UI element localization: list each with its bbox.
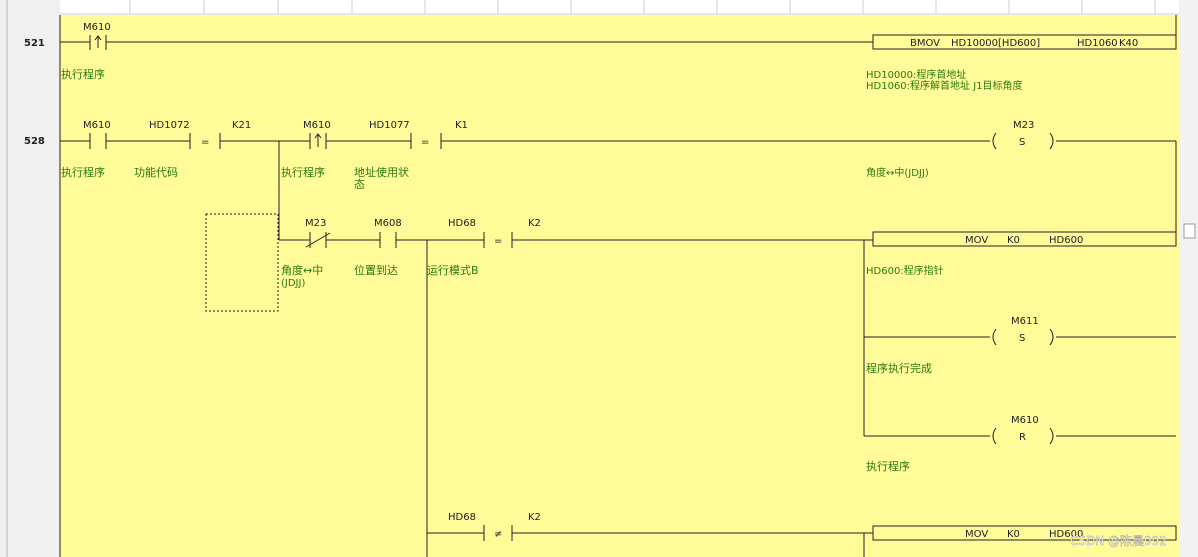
- comment-m23-nc-1: 角度↔中: [281, 263, 323, 277]
- comment-m610-b: 执行程序: [281, 165, 325, 179]
- comment-bmov-1: HD10000:程序首地址: [866, 68, 966, 81]
- mov-2-src: K0: [1007, 529, 1020, 540]
- comment-coil-m611: 程序执行完成: [866, 361, 932, 375]
- coil-m610-mode: R: [1019, 432, 1026, 443]
- coil-m23-label: M23: [1013, 120, 1034, 131]
- bmov-arg3: K40: [1119, 38, 1138, 49]
- contact-m608-label: M608: [374, 218, 402, 229]
- mov-1-name: MOV: [965, 235, 988, 246]
- watermark: CSDN @陈晨992: [1070, 533, 1167, 548]
- ladder-editor: 521 528 M610 BMOV HD10000[HD600] HD1060 …: [0, 0, 1198, 557]
- comment-addr-status-2: 态: [354, 178, 365, 191]
- step-number-528: 528: [24, 136, 45, 147]
- comment-coil-m610: 执行程序: [866, 459, 910, 473]
- compare-3-src2: K2: [528, 218, 541, 229]
- step-number-521: 521: [24, 38, 45, 49]
- coil-m610-label: M610: [1011, 415, 1039, 426]
- compare-2-src1: HD1077: [369, 120, 410, 131]
- comment-coil-m23: 角度↔中(JDJJ): [866, 166, 929, 179]
- comment-m608: 位置到达: [354, 263, 398, 277]
- comment-m610-a: 执行程序: [61, 165, 105, 179]
- compare-4-op: ≠: [494, 529, 502, 540]
- bmov-arg1: HD10000[HD600]: [951, 38, 1040, 49]
- compare-3-op: =: [494, 236, 502, 247]
- comment-m610: 执行程序: [61, 67, 105, 81]
- vertical-scrollbar[interactable]: [1179, 0, 1198, 557]
- compare-4-src1: HD68: [448, 512, 476, 523]
- compare-1-src1: HD1072: [149, 120, 190, 131]
- mov-1-dst: HD600: [1049, 235, 1083, 246]
- compare-3-src1: HD68: [448, 218, 476, 229]
- compare-1-src2: K21: [232, 120, 251, 131]
- step-column: [0, 0, 60, 557]
- comment-bmov-2: HD1060:程序解首地址 J1目标角度: [866, 79, 1023, 92]
- ladder-diagram: 521 528 M610 BMOV HD10000[HD600] HD1060 …: [0, 0, 1198, 557]
- contact-m610-b-label: M610: [303, 120, 331, 131]
- comment-addr-status-1: 地址使用状: [354, 165, 409, 179]
- contact-m23-label: M23: [305, 218, 326, 229]
- bmov-arg2: HD1060: [1077, 38, 1118, 49]
- rung-area: [60, 15, 1179, 557]
- bmov-name: BMOV: [910, 38, 940, 49]
- compare-4-src2: K2: [528, 512, 541, 523]
- mov-1-src: K0: [1007, 235, 1020, 246]
- comment-m23-nc-2: (JDJJ): [281, 278, 305, 289]
- bmov-instruction[interactable]: BMOV HD10000[HD600] HD1060 K40: [872, 34, 1177, 50]
- compare-2-op: =: [421, 137, 429, 148]
- contact-m610-label: M610: [83, 22, 111, 33]
- coil-m611-mode: S: [1019, 333, 1025, 344]
- compare-1-op: =: [201, 137, 209, 148]
- mov-2-name: MOV: [965, 529, 988, 540]
- compare-2-src2: K1: [455, 120, 468, 131]
- coil-m611-label: M611: [1011, 316, 1039, 327]
- contact-m610-a-label: M610: [83, 120, 111, 131]
- comment-mov-1: HD600:程序指针: [866, 264, 944, 277]
- comment-mode-b: 运行模式B: [427, 264, 479, 277]
- header-strip: [60, 0, 1179, 15]
- coil-m23-mode: S: [1019, 137, 1025, 148]
- scrollbar-thumb[interactable]: [1183, 223, 1196, 239]
- comment-func-code: 功能代码: [134, 165, 178, 179]
